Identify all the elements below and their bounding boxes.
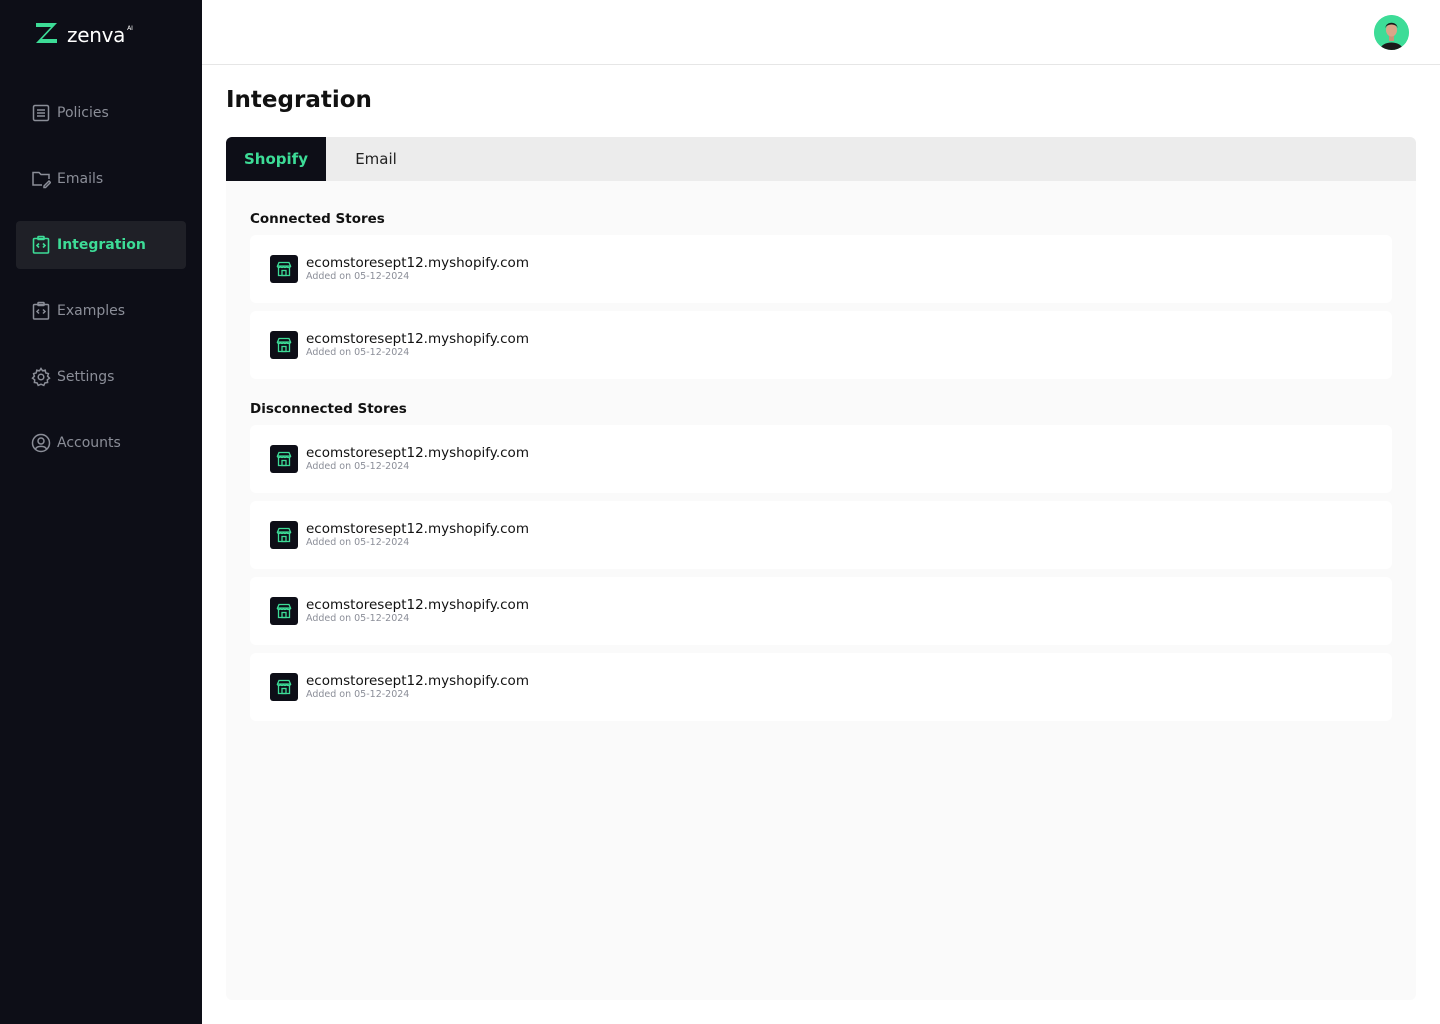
store-name: ecomstoresept12.myshopify.com — [306, 597, 529, 613]
sidebar-item-emails[interactable]: Emails — [16, 155, 186, 203]
store-icon — [270, 521, 298, 549]
store-item[interactable]: ecomstoresept12.myshopify.com Added on 0… — [250, 577, 1392, 645]
integration-panel: Shopify Email Connected Stores ecomstore… — [226, 137, 1416, 1000]
connected-stores-title: Connected Stores — [250, 211, 385, 227]
brand-logo[interactable]: zenva AI — [33, 20, 137, 50]
store-item[interactable]: ecomstoresept12.myshopify.com Added on 0… — [250, 311, 1392, 379]
sidebar-item-examples[interactable]: Examples — [16, 287, 186, 335]
store-item[interactable]: ecomstoresept12.myshopify.com Added on 0… — [250, 653, 1392, 721]
store-name: ecomstoresept12.myshopify.com — [306, 673, 529, 689]
gear-icon — [31, 367, 51, 387]
store-date: Added on 05-12-2024 — [306, 347, 410, 358]
folder-edit-icon — [31, 169, 51, 189]
sidebar: zenva AI Policies Emails Integration Exa… — [0, 0, 202, 1024]
store-date: Added on 05-12-2024 — [306, 689, 410, 700]
brand-name: zenva — [67, 23, 126, 47]
store-date: Added on 05-12-2024 — [306, 537, 410, 548]
sidebar-item-label: Policies — [57, 105, 109, 121]
store-date: Added on 05-12-2024 — [306, 613, 410, 624]
sidebar-item-label: Examples — [57, 303, 126, 319]
sidebar-item-policies[interactable]: Policies — [16, 89, 186, 137]
top-bar — [202, 0, 1440, 65]
store-icon — [270, 597, 298, 625]
store-name: ecomstoresept12.myshopify.com — [306, 521, 529, 537]
zenva-logo-icon — [33, 20, 61, 50]
store-name: ecomstoresept12.myshopify.com — [306, 331, 529, 347]
store-item[interactable]: ecomstoresept12.myshopify.com Added on 0… — [250, 425, 1392, 493]
sidebar-item-label: Emails — [57, 171, 104, 187]
store-icon — [270, 445, 298, 473]
store-item[interactable]: ecomstoresept12.myshopify.com Added on 0… — [250, 501, 1392, 569]
sidebar-item-label: Accounts — [57, 435, 121, 451]
store-icon — [270, 673, 298, 701]
user-circle-icon — [31, 433, 51, 453]
page-title: Integration — [226, 87, 372, 113]
code-clipboard-icon — [31, 235, 51, 255]
disconnected-stores-title: Disconnected Stores — [250, 401, 407, 417]
store-item[interactable]: ecomstoresept12.myshopify.com Added on 0… — [250, 235, 1392, 303]
sidebar-item-label: Settings — [57, 369, 115, 385]
document-icon — [31, 103, 51, 123]
sidebar-item-settings[interactable]: Settings — [16, 353, 186, 401]
store-name: ecomstoresept12.myshopify.com — [306, 445, 529, 461]
sidebar-item-label: Integration — [57, 237, 146, 253]
tab-bar: Shopify Email — [226, 137, 1416, 181]
user-avatar[interactable] — [1374, 15, 1409, 50]
tab-email[interactable]: Email — [326, 137, 426, 181]
store-date: Added on 05-12-2024 — [306, 271, 410, 282]
sidebar-item-integration[interactable]: Integration — [16, 221, 186, 269]
store-icon — [270, 255, 298, 283]
store-name: ecomstoresept12.myshopify.com — [306, 255, 529, 271]
store-icon — [270, 331, 298, 359]
brand-suffix: AI — [127, 24, 133, 32]
code-clipboard-icon — [31, 301, 51, 321]
store-date: Added on 05-12-2024 — [306, 461, 410, 472]
sidebar-item-accounts[interactable]: Accounts — [16, 419, 186, 467]
tab-shopify[interactable]: Shopify — [226, 137, 326, 181]
